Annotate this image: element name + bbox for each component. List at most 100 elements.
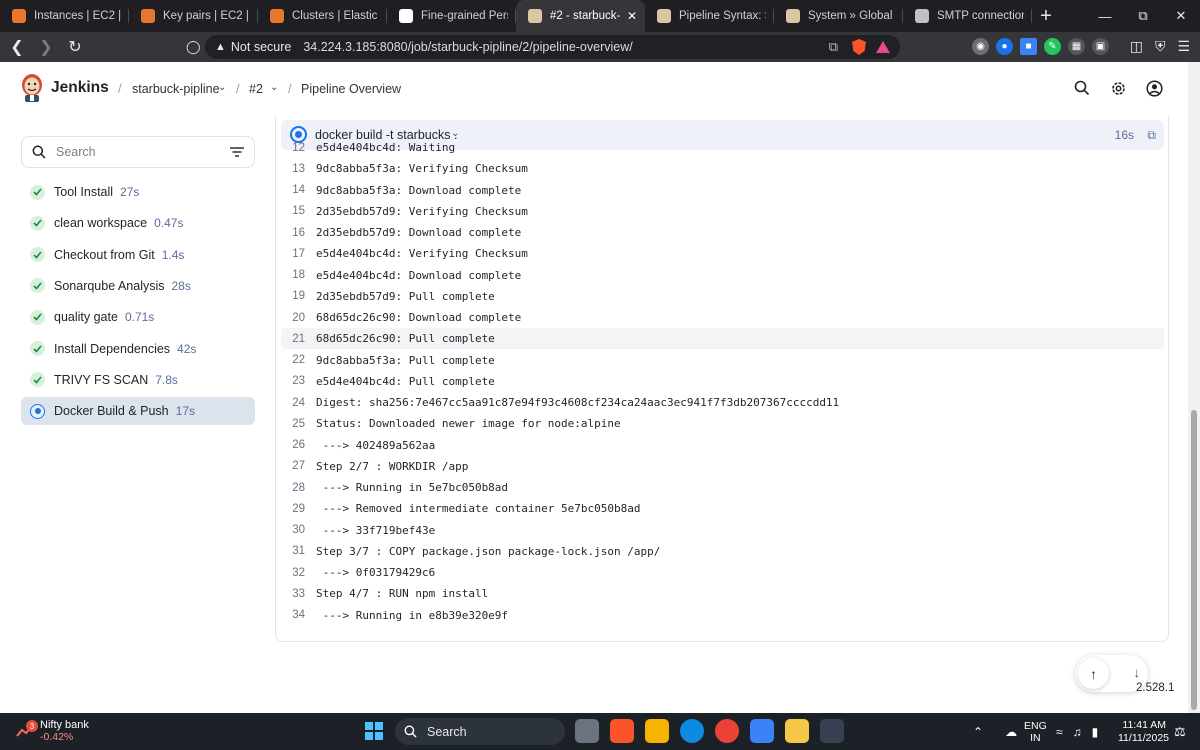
line-number[interactable]: 27 [281,460,305,472]
browser-tab[interactable]: SMTP connection tim [903,0,1032,32]
reload-button[interactable]: ↻ [63,35,87,59]
task-view-icon[interactable] [575,719,599,743]
line-number[interactable]: 32 [281,567,305,579]
line-number[interactable]: 26 [281,439,305,451]
browser-tab[interactable]: Instances | EC2 | us-ea [0,0,129,32]
chevron-up-icon[interactable]: ⌃ [973,725,983,739]
forward-button[interactable]: ❯ [34,35,58,59]
browser-tab[interactable]: System » Global crede [774,0,903,32]
extension-icon[interactable]: ✎ [1044,38,1061,55]
windows-start-icon[interactable] [365,722,383,740]
vpn-shield-icon[interactable]: ⛨ [1155,38,1166,55]
scrollbar-thumb[interactable] [1191,410,1197,710]
close-window-button[interactable]: ✕ [1162,0,1200,32]
line-number[interactable]: 17 [281,248,305,260]
jenkins-version[interactable]: 2.528.1 [1136,682,1174,694]
gear-icon[interactable] [1109,79,1127,97]
line-number[interactable]: 16 [281,227,305,239]
screenshot-icon[interactable]: ▣ [1092,38,1109,55]
line-number[interactable]: 12 [281,142,305,154]
volume-icon[interactable]: ♫ [1073,725,1082,739]
sticky-notes-icon[interactable] [785,719,809,743]
scroll-bottom-button[interactable]: ↓ [1134,665,1141,680]
line-number[interactable]: 33 [281,588,305,600]
line-number[interactable]: 34 [281,609,305,621]
notifications-bell-icon[interactable]: ⚖ [1174,724,1186,740]
stage-item[interactable]: Docker Build & Push 17s [21,397,255,426]
line-number[interactable]: 25 [281,418,305,430]
stage-item[interactable]: Sonarqube Analysis 28s [21,272,255,300]
share-icon[interactable]: ⧉ [829,39,838,55]
stage-item[interactable]: quality gate 0.71s [21,303,255,331]
minimize-button[interactable]: — [1086,0,1124,32]
browser-tab[interactable]: Clusters | Elastic Kube [258,0,387,32]
line-number[interactable]: 29 [281,503,305,515]
edge-icon[interactable] [680,719,704,743]
restore-button[interactable]: ⧉ [1124,0,1162,32]
battery-icon[interactable]: ▮ [1092,725,1099,739]
extension-icon[interactable]: ■ [1020,38,1037,55]
brave-rewards-icon[interactable] [876,41,890,53]
new-tab-button[interactable]: + [1032,0,1060,32]
stage-item[interactable]: clean workspace 0.47s [21,209,255,237]
line-number[interactable]: 15 [281,205,305,217]
breadcrumb-job[interactable]: starbuck-pipline [132,82,220,96]
stage-item[interactable]: Tool Install 27s [21,178,255,206]
line-number[interactable]: 28 [281,482,305,494]
clock[interactable]: 11:41 AM 11/11/2025 [1118,719,1169,745]
browser-tab[interactable]: Pipeline Syntax: Snipp [645,0,774,32]
brave-browser-icon[interactable] [610,719,634,743]
breadcrumb-separator: / [288,81,292,96]
jenkins-title[interactable]: Jenkins [51,79,109,97]
line-number[interactable]: 22 [281,354,305,366]
stage-item[interactable]: Checkout from Git 1.4s [21,241,255,269]
terminal-icon[interactable] [820,719,844,743]
menu-icon[interactable]: ☰ [1177,38,1190,55]
line-number[interactable]: 20 [281,312,305,324]
success-check-icon [30,341,45,356]
browser-tab[interactable]: Fine-grained Personal [387,0,516,32]
filter-icon[interactable] [230,146,244,158]
line-number[interactable]: 24 [281,397,305,409]
chevron-down-icon[interactable]: ⌄ [270,82,278,93]
url-bar[interactable]: ▲ Not secure 34.224.3.185:8080/job/starb… [205,35,900,59]
chrome-icon[interactable] [715,719,739,743]
line-number[interactable]: 13 [281,163,305,175]
scroll-top-button[interactable]: ↑ [1078,658,1109,689]
page-scrollbar[interactable] [1188,62,1200,713]
extension-icon[interactable]: ● [996,38,1013,55]
line-number[interactable]: 31 [281,545,305,557]
search-icon[interactable] [1073,79,1091,97]
file-explorer-icon[interactable] [645,719,669,743]
stage-item[interactable]: TRIVY FS SCAN 7.8s [21,366,255,394]
browser-tab[interactable]: #2 - starbuck-pip ✕ [516,0,645,32]
chevron-down-icon[interactable]: ⌄ [218,82,226,93]
line-number[interactable]: 30 [281,524,305,536]
extension-icon[interactable]: ◉ [972,38,989,55]
jenkins-logo-icon[interactable] [20,73,44,103]
line-text: 9dc8abba5f3a: Verifying Checksum [316,162,528,176]
user-account-icon[interactable] [1145,79,1163,97]
wifi-icon[interactable]: ≈ [1056,725,1063,739]
brave-shields-icon[interactable] [852,39,866,55]
taskbar-search[interactable]: Search [395,718,565,745]
language-indicator[interactable]: ENG IN [1024,720,1047,744]
back-button[interactable]: ❮ [5,35,29,59]
line-number[interactable]: 18 [281,269,305,281]
browser-tab[interactable]: Key pairs | EC2 | us-ea [129,0,258,32]
line-number[interactable]: 21 [281,333,305,345]
puzzle-icon[interactable]: ▦ [1068,38,1085,55]
close-tab-icon[interactable]: ✕ [627,9,637,23]
bookmark-icon[interactable]: ◯ [186,39,201,55]
url-text[interactable]: 34.224.3.185:8080/job/starbuck-pipline/2… [303,40,632,54]
line-number[interactable]: 23 [281,375,305,387]
breadcrumb-build[interactable]: #2 [249,82,263,96]
line-number[interactable]: 14 [281,184,305,196]
stage-item[interactable]: Install Dependencies 42s [21,335,255,363]
line-number[interactable]: 19 [281,290,305,302]
store-icon[interactable] [750,719,774,743]
stock-widget[interactable]: 3 Nifty bank -0.42% [16,719,89,743]
stage-search-input[interactable]: Search [21,136,255,168]
cloud-icon[interactable]: ☁ [1005,725,1017,739]
sidebar-icon[interactable]: ◫ [1130,38,1143,55]
